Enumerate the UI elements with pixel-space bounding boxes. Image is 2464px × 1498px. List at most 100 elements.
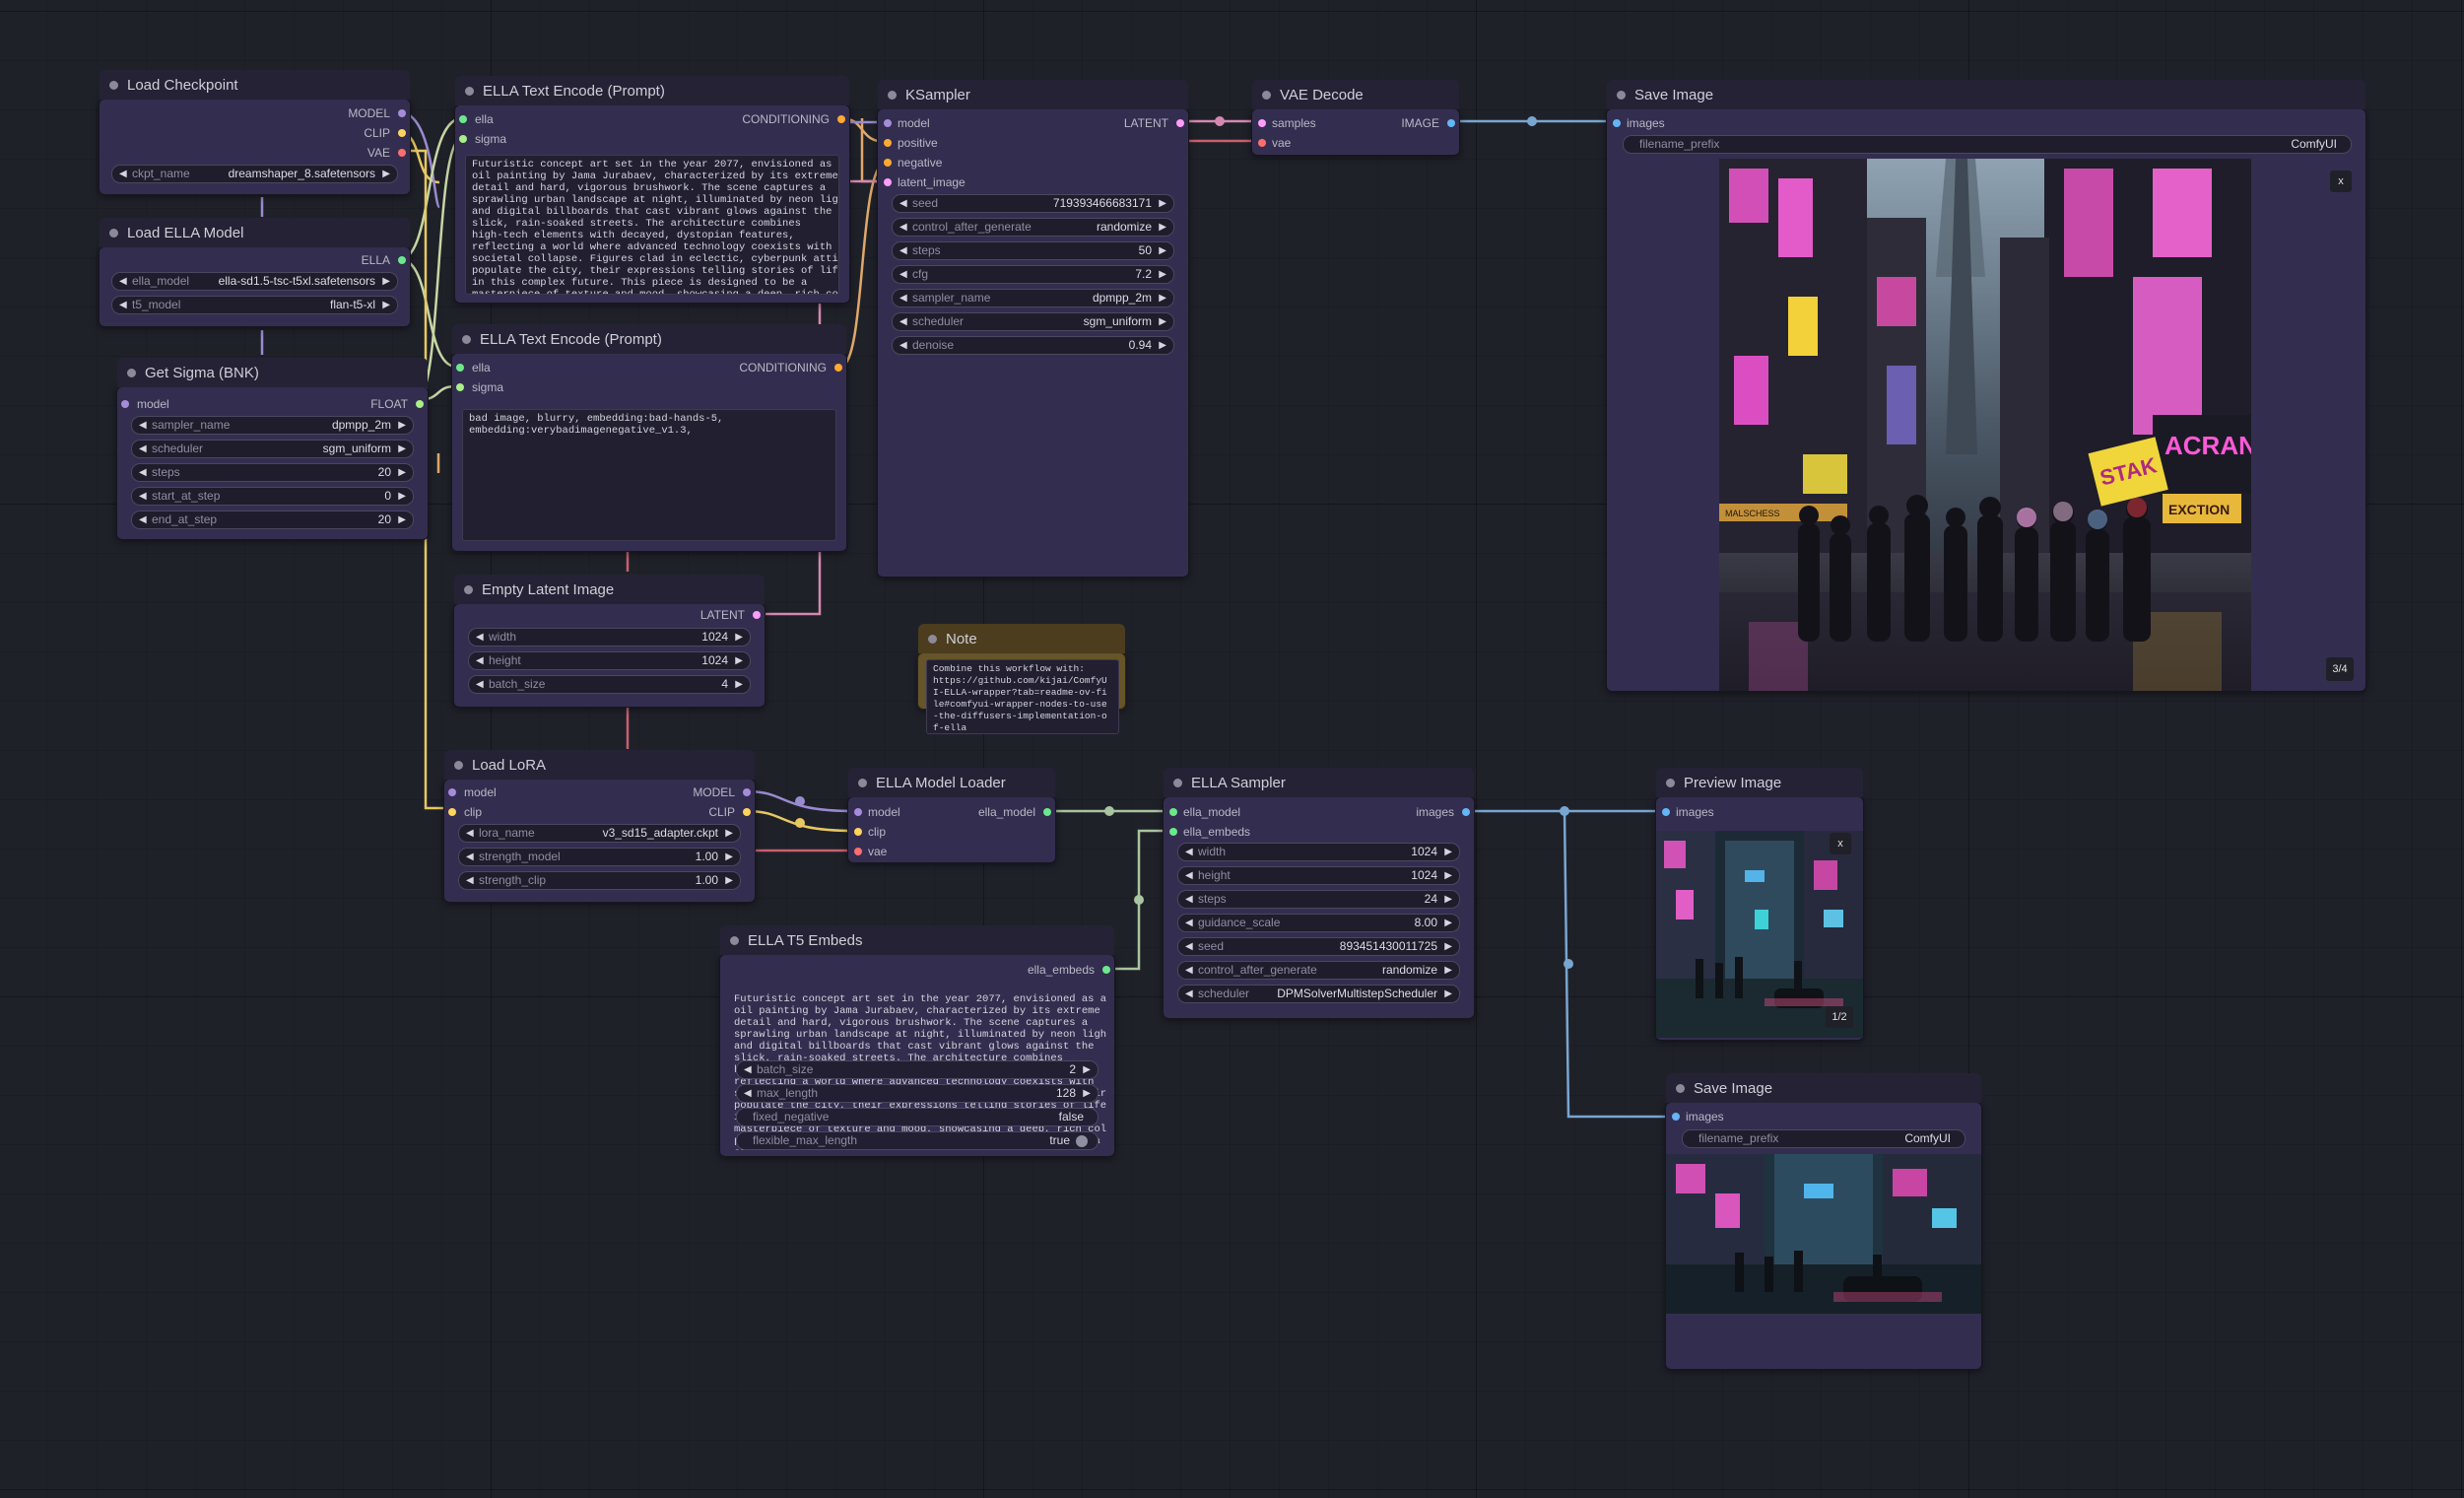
arrow-right-icon[interactable]: ▶ (382, 297, 390, 313)
node-note[interactable]: Note Combine this workflow with: https:/… (917, 624, 1126, 734)
input-slot-model[interactable] (448, 788, 456, 796)
input-slot-ella[interactable] (459, 115, 467, 123)
height-widget[interactable]: ◀ height 1024 ▶ (468, 651, 751, 670)
node-get-sigma[interactable]: Get Sigma (BNK) model FLOAT ◀ sampler_nam… (116, 358, 429, 540)
node-preview-image[interactable]: Preview Image images x 1/2 (1655, 768, 1864, 1041)
input-slot-clip[interactable] (854, 828, 862, 836)
collapse-dot[interactable] (464, 585, 473, 594)
batch-size-widget[interactable]: ◀ batch_size 4 ▶ (468, 675, 751, 694)
batch-size-widget[interactable]: ◀ batch_size 2 ▶ (736, 1060, 1099, 1079)
node-ella-model-loader[interactable]: ELLA Model Loader model clip vae ella_mo… (847, 768, 1056, 863)
height-widget[interactable]: ◀ height 1024 ▶ (1177, 866, 1460, 885)
width-widget[interactable]: ◀ width 1024 ▶ (1177, 843, 1460, 861)
guidance-scale-widget[interactable]: ◀ guidance_scale 8.00 ▶ (1177, 914, 1460, 932)
scheduler-widget[interactable]: ◀ scheduler sgm_uniform ▶ (131, 440, 414, 458)
output-slot-latent[interactable] (753, 611, 761, 619)
collapse-dot[interactable] (462, 335, 471, 344)
output-slot-conditioning[interactable] (834, 364, 842, 372)
output-slot-model[interactable] (743, 788, 751, 796)
ckpt-name-widget[interactable]: ◀ ckpt_name dreamshaper_8.safetensors ▶ (111, 165, 398, 183)
lora-name-widget[interactable]: ◀ lora_name v3_sd15_adapter.ckpt ▶ (458, 824, 741, 843)
node-header[interactable]: Get Sigma (BNK) (117, 358, 428, 387)
node-load-lora[interactable]: Load LoRA model clip MODEL CLIP ◀ lora_na… (443, 750, 756, 903)
control-after-generate-widget[interactable]: ◀ control_after_generate randomize ▶ (892, 218, 1174, 237)
output-slot-ella[interactable] (398, 256, 406, 264)
input-slot-samples[interactable] (1258, 119, 1266, 127)
collapse-dot[interactable] (109, 81, 118, 90)
arrow-right-icon[interactable]: ▶ (382, 166, 390, 182)
saved-image-preview[interactable] (1666, 1154, 1981, 1314)
input-slot-images[interactable] (1672, 1113, 1680, 1121)
output-slot-conditioning[interactable] (837, 115, 845, 123)
node-header[interactable]: ELLA Text Encode (Prompt) (455, 76, 849, 105)
output-slot-clip[interactable] (743, 808, 751, 816)
close-icon[interactable]: x (1830, 833, 1851, 854)
strength-model-widget[interactable]: ◀ strength_model 1.00 ▶ (458, 848, 741, 866)
input-slot-vae[interactable] (854, 848, 862, 855)
node-save-image-top[interactable]: Save Image images filename_prefix ComfyU… (1606, 80, 2366, 692)
t5-model-widget[interactable]: ◀ t5_model flan-t5-xl ▶ (111, 296, 398, 314)
node-ella-text-encode-negative[interactable]: ELLA Text Encode (Prompt) ella sigma CON… (451, 324, 847, 552)
cfg-widget[interactable]: ◀ cfg 7.2 ▶ (892, 265, 1174, 284)
output-slot-latent[interactable] (1176, 119, 1184, 127)
input-slot-ella-model[interactable] (1169, 808, 1177, 816)
max-length-widget[interactable]: ◀ max_length 128 ▶ (736, 1084, 1099, 1103)
sampler-name-widget[interactable]: ◀ sampler_name dpmpp_2m ▶ (131, 416, 414, 435)
generated-image[interactable]: ACRANA STAK EXCTION MALSCHESS (1719, 159, 2251, 691)
note-textarea[interactable]: Combine this workflow with: https://gith… (926, 659, 1119, 734)
output-slot-float[interactable] (416, 400, 424, 408)
node-save-image-bottom[interactable]: Save Image images filename_prefix ComfyU… (1665, 1073, 1982, 1370)
input-slot-model[interactable] (854, 808, 862, 816)
seed-widget[interactable]: ◀ seed 719393466683171 ▶ (892, 194, 1174, 213)
width-widget[interactable]: ◀ width 1024 ▶ (468, 628, 751, 647)
input-slot-ella[interactable] (456, 364, 464, 372)
collapse-dot[interactable] (127, 369, 136, 377)
node-header[interactable]: VAE Decode (1252, 80, 1459, 109)
node-header[interactable]: Note (918, 624, 1125, 653)
collapse-dot[interactable] (928, 635, 937, 644)
collapse-dot[interactable] (858, 779, 867, 787)
output-slot-ella-embeds[interactable] (1102, 966, 1110, 974)
node-header[interactable]: ELLA Text Encode (Prompt) (452, 324, 846, 354)
node-header[interactable]: Save Image (1607, 80, 2365, 109)
node-header[interactable]: KSampler (878, 80, 1188, 109)
input-slot-positive[interactable] (884, 139, 892, 147)
node-header[interactable]: Save Image (1666, 1073, 1981, 1103)
node-header[interactable]: Load LoRA (444, 750, 755, 780)
output-slot-ella-model[interactable] (1043, 808, 1051, 816)
output-slot-model[interactable] (398, 109, 406, 117)
collapse-dot[interactable] (730, 936, 739, 945)
collapse-dot[interactable] (1676, 1084, 1685, 1093)
arrow-left-icon[interactable]: ◀ (119, 166, 127, 182)
node-header[interactable]: ELLA T5 Embeds (720, 925, 1114, 955)
collapse-dot[interactable] (454, 761, 463, 770)
node-header[interactable]: Empty Latent Image (454, 575, 765, 604)
close-icon[interactable]: x (2330, 170, 2352, 192)
collapse-dot[interactable] (1173, 779, 1182, 787)
input-slot-negative[interactable] (884, 159, 892, 167)
filename-prefix-widget[interactable]: filename_prefix ComfyUI (1623, 135, 2352, 154)
strength-clip-widget[interactable]: ◀ strength_clip 1.00 ▶ (458, 871, 741, 890)
node-ella-sampler[interactable]: ELLA Sampler ella_model ella_embeds imag… (1163, 768, 1475, 1019)
filename-prefix-widget[interactable]: filename_prefix ComfyUI (1682, 1129, 1965, 1148)
prompt-textarea[interactable]: Futuristic concept art set in the year 2… (465, 155, 839, 295)
arrow-left-icon[interactable]: ◀ (119, 273, 127, 290)
input-slot-images[interactable] (1613, 119, 1621, 127)
output-slot-image[interactable] (1447, 119, 1455, 127)
collapse-dot[interactable] (465, 87, 474, 96)
control-after-generate-widget[interactable]: ◀ control_after_generate randomize ▶ (1177, 961, 1460, 980)
start-at-step-widget[interactable]: ◀ start_at_step 0 ▶ (131, 487, 414, 506)
input-slot-model[interactable] (121, 400, 129, 408)
node-header[interactable]: ELLA Model Loader (848, 768, 1055, 797)
denoise-widget[interactable]: ◀ denoise 0.94 ▶ (892, 336, 1174, 355)
node-empty-latent-image[interactable]: Empty Latent Image LATENT ◀ width 1024 ▶ ◀ h… (453, 575, 766, 708)
node-header[interactable]: Load Checkpoint (100, 70, 410, 100)
steps-widget[interactable]: ◀ steps 50 ▶ (892, 241, 1174, 260)
end-at-step-widget[interactable]: ◀ end_at_step 20 ▶ (131, 511, 414, 529)
flexible-max-length-toggle[interactable]: flexible_max_length true (736, 1131, 1099, 1150)
fixed-negative-toggle[interactable]: fixed_negative false (736, 1108, 1099, 1126)
sampler-name-widget[interactable]: ◀ sampler_name dpmpp_2m ▶ (892, 289, 1174, 307)
input-slot-images[interactable] (1662, 808, 1670, 816)
seed-widget[interactable]: ◀ seed 893451430011725 ▶ (1177, 937, 1460, 956)
node-ksampler[interactable]: KSampler model positive negative latent_… (877, 80, 1189, 578)
